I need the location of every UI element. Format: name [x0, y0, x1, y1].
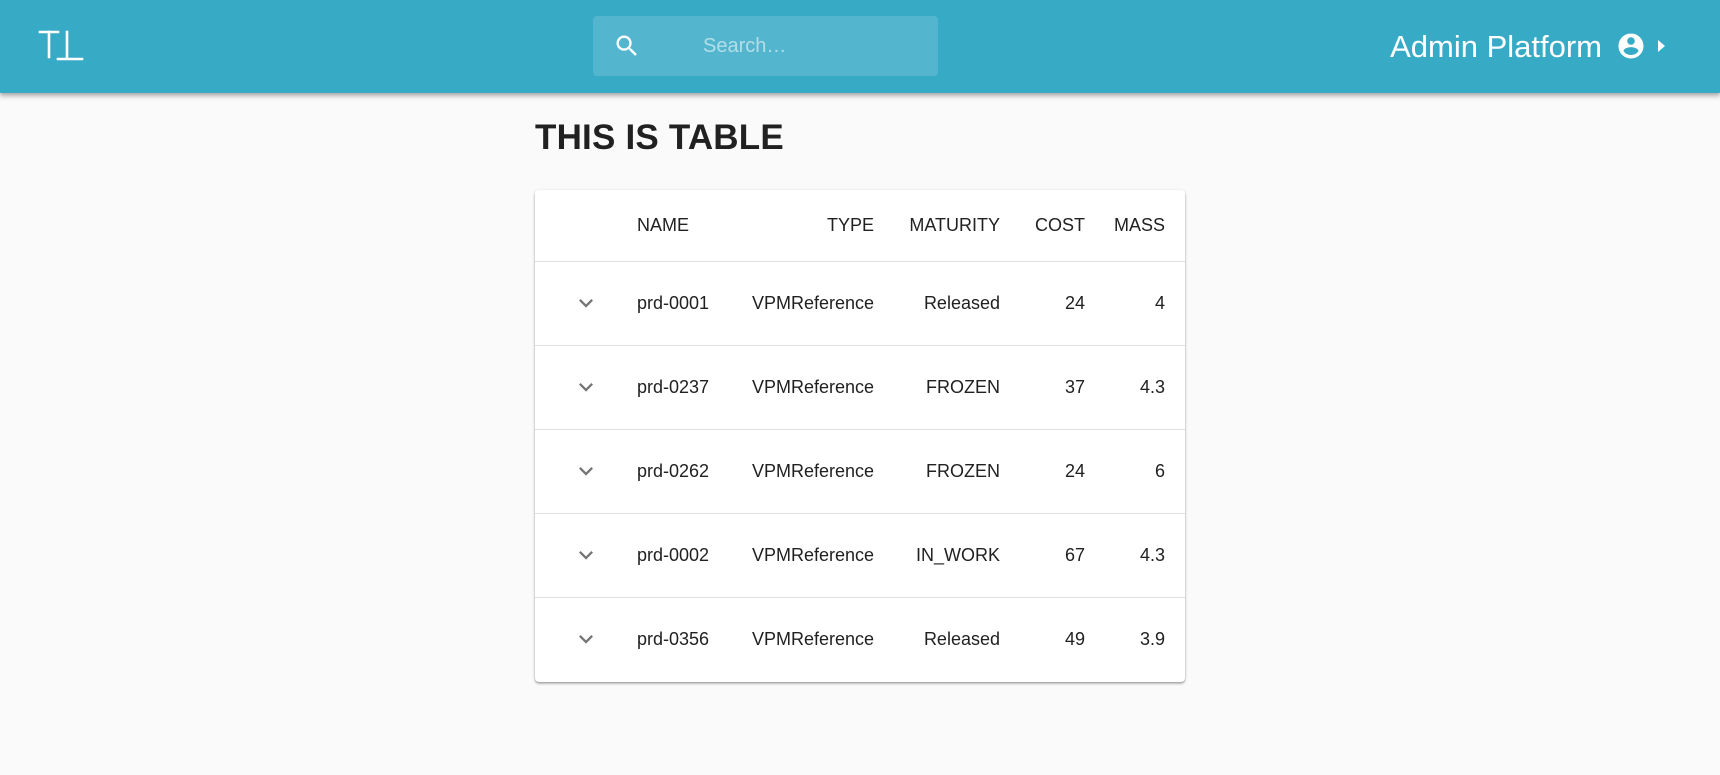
cell-name: prd-0001: [637, 261, 739, 346]
column-header-cost[interactable]: COST: [1000, 190, 1085, 262]
page-title: THIS IS TABLE: [535, 118, 784, 157]
column-header-type[interactable]: TYPE: [739, 190, 874, 262]
data-table: NAME TYPE MATURITY COST MASS prd-0001 VP…: [535, 190, 1185, 681]
cell-type: VPMReference: [739, 345, 874, 430]
chevron-down-icon[interactable]: [572, 289, 600, 317]
cell-mass: 4.3: [1085, 345, 1185, 430]
search-input[interactable]: [703, 16, 928, 76]
cell-name: prd-0002: [637, 513, 739, 598]
logo[interactable]: [38, 28, 86, 64]
cell-cost: 24: [1000, 261, 1085, 346]
cell-type: VPMReference: [751, 628, 874, 649]
column-header-mass[interactable]: MASS: [1085, 190, 1185, 262]
app-bar: Admin Platform: [0, 0, 1720, 93]
cell-cost: 24: [1000, 429, 1085, 514]
column-header-maturity[interactable]: MATURITY: [874, 190, 1000, 262]
table-header-row: NAME TYPE MATURITY COST MASS: [535, 190, 1185, 262]
cell-name: prd-0356: [637, 628, 710, 649]
logo-icon: [38, 30, 84, 61]
search-bar[interactable]: [593, 16, 938, 76]
cell-maturity: IN_WORK: [874, 513, 1000, 598]
account-circle-icon[interactable]: [1616, 31, 1646, 61]
cell-type: VPMReference: [739, 261, 874, 346]
cell-mass: 4.3: [1085, 513, 1185, 598]
cell-mass: 6: [1085, 429, 1185, 514]
column-header-expand: [535, 190, 637, 262]
cell-name: prd-0262: [637, 429, 739, 514]
arrow-right-icon[interactable]: [1655, 36, 1667, 56]
cell-maturity: FROZEN: [874, 345, 1000, 430]
cell-mass: 4: [1085, 261, 1185, 346]
data-table-card: NAME TYPE MATURITY COST MASS prd-0001 VP…: [535, 190, 1185, 682]
column-header-name[interactable]: NAME: [637, 190, 739, 262]
table-row[interactable]: prd-0262 VPMReference FROZEN 24 6: [535, 429, 1185, 514]
table-row[interactable]: prd-0002 VPMReference IN_WORK 67 4.3: [535, 513, 1185, 598]
cell-name: prd-0237: [637, 345, 739, 430]
table-row[interactable]: prd-0001 VPMReference Released 24 4: [535, 261, 1185, 346]
chevron-down-icon[interactable]: [572, 373, 600, 401]
platform-title: Admin Platform: [1390, 29, 1602, 64]
cell-cost: 49: [1064, 628, 1085, 649]
chevron-down-icon[interactable]: [572, 541, 600, 569]
cell-cost: 37: [1000, 345, 1085, 430]
cell-maturity: FROZEN: [874, 429, 1000, 514]
table-row[interactable]: prd-0356 VPMReference Released 49 3.9: [535, 597, 1185, 681]
cell-mass: 3.9: [1139, 628, 1165, 649]
cell-maturity: Released: [923, 628, 1000, 649]
cell-type: VPMReference: [739, 513, 874, 598]
cell-cost: 67: [1000, 513, 1085, 598]
cell-type: VPMReference: [739, 429, 874, 514]
chevron-down-icon[interactable]: [572, 457, 600, 485]
table-row[interactable]: prd-0237 VPMReference FROZEN 37 4.3: [535, 345, 1185, 430]
cell-maturity: Released: [874, 261, 1000, 346]
chevron-down-icon[interactable]: [572, 625, 600, 653]
search-icon[interactable]: [613, 32, 641, 60]
